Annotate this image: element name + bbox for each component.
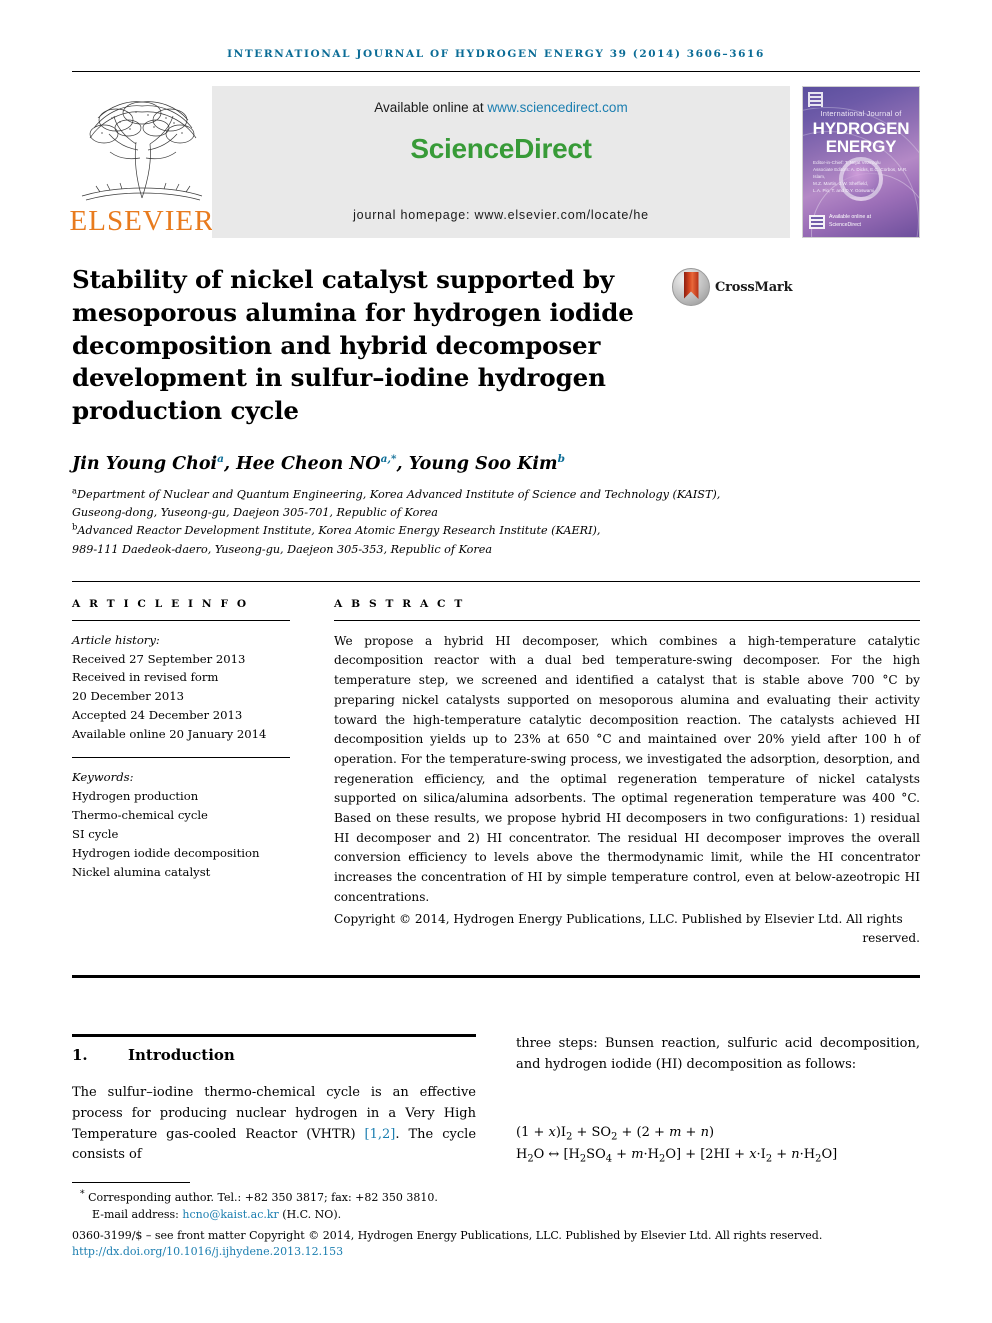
asterisk-mark: * [80, 1188, 85, 1200]
abstract-copyright: Copyright © 2014, Hydrogen Energy Public… [334, 910, 920, 949]
cover-top-line: International Journal of [820, 109, 902, 118]
history-item: Received 27 September 2013 [72, 651, 246, 666]
keywords-rule [72, 757, 290, 759]
copyright-reserved: reserved. [862, 931, 920, 946]
running-head: International Journal of Hydrogen Energy… [227, 48, 765, 60]
email-label: E-mail address: [92, 1208, 183, 1222]
doi-link[interactable]: http://dx.doi.org/10.1016/j.ijhydene.201… [72, 1245, 920, 1258]
history-item: Available online 20 January 2014 [72, 727, 267, 742]
cover-title-line2: ENERGY [825, 137, 897, 156]
author-name: Hee Cheon NO [236, 454, 381, 475]
author-mark: a,* [380, 453, 397, 466]
history-item: Accepted 24 December 2013 [72, 708, 243, 723]
corresponding-text: Corresponding author. Tel.: +82 350 3817… [88, 1191, 438, 1204]
cover-editor-meta: Editor-in-Chief: T. Nejat Veziroglu Asso… [813, 160, 908, 194]
cover-ihs-mark-icon [809, 215, 825, 229]
journal-article-page: International Journal of Hydrogen Energy… [0, 0, 992, 1323]
sciencedirect-banner: ELSEVIER Available online at www.science… [69, 86, 920, 238]
corresponding-line: * Corresponding author. Tel.: +82 350 38… [80, 1189, 920, 1206]
page-footer: * Corresponding author. Tel.: +82 350 38… [72, 1182, 920, 1258]
body-column-left: 1. Introduction The sulfur–iodine thermo… [72, 1033, 476, 1167]
abstract-rule [334, 619, 920, 621]
corresponding-author-note: * Corresponding author. Tel.: +82 350 38… [72, 1189, 920, 1224]
cover-sciencedirect-label: Available online at ScienceDirect [829, 214, 872, 228]
affiliation-line: Advanced Reactor Development Institute, … [77, 524, 601, 538]
article-info-rule [72, 619, 290, 621]
affiliation-line: 989-111 Daedeok-daero, Yuseong-gu, Daeje… [72, 542, 493, 556]
equation-block: (1 + x)I2 + SO2 + (2 + m + n) H2O ↔ [H2S… [516, 1122, 920, 1168]
footnote-rule [72, 1182, 190, 1183]
keyword-item: Thermo-chemical cycle [72, 807, 208, 822]
publisher-logo-block: ELSEVIER [69, 86, 215, 238]
available-online-line: Available online at www.sciencedirect.co… [374, 100, 627, 115]
email-line: E-mail address: hcno@kaist.ac.kr (H.C. N… [80, 1206, 920, 1223]
intro-paragraph-continued: three steps: Bunsen reaction, sulfuric a… [516, 1035, 920, 1072]
title-block: Stability of nickel catalyst supported b… [72, 264, 920, 428]
keywords-block: Keywords: Hydrogen production Thermo-che… [72, 768, 290, 881]
keyword-item: Hydrogen iodide decomposition [72, 845, 260, 860]
author-mark: b [557, 453, 565, 466]
abstract-section-divider [72, 580, 920, 582]
body-columns: 1. Introduction The sulfur–iodine thermo… [72, 1033, 920, 1167]
copyright-text: Copyright © 2014, Hydrogen Energy Public… [334, 911, 903, 926]
article-info-column: A R T I C L E I N F O Article history: R… [72, 598, 290, 949]
history-item: 20 December 2013 [72, 689, 184, 704]
body-column-right: three steps: Bunsen reaction, sulfuric a… [516, 1034, 920, 1167]
affiliation-item: bAdvanced Reactor Development Institute,… [72, 522, 920, 540]
abstract-column: A B S T R A C T We propose a hybrid HI d… [334, 598, 920, 949]
crossmark-label: CrossMark [715, 279, 793, 295]
journal-cover-thumbnail[interactable]: International Journal of HYDROGEN ENERGY… [802, 86, 920, 238]
article-history-block: Article history: Received 27 September 2… [72, 631, 290, 744]
available-online-label: Available online at [374, 100, 488, 115]
cover-footer-block: Available online at ScienceDirect [809, 214, 913, 229]
author-name: Young Soo Kim [408, 454, 558, 475]
section-top-rule [72, 1033, 476, 1037]
abstract-bottom-rule [72, 974, 920, 978]
affiliation-list: aDepartment of Nuclear and Quantum Engin… [72, 486, 920, 559]
elsevier-tree-icon [76, 98, 208, 206]
keyword-item: SI cycle [72, 826, 119, 841]
keyword-item: Nickel alumina catalyst [72, 864, 211, 879]
email-link[interactable]: hcno@kaist.ac.kr [182, 1208, 278, 1221]
journal-homepage-line[interactable]: journal homepage: www.elsevier.com/locat… [212, 208, 790, 222]
email-suffix: (H.C. NO). [278, 1208, 342, 1222]
affiliation-line: Department of Nuclear and Quantum Engine… [77, 488, 721, 502]
author-list: Jin Young Choia, Hee Cheon NOa,*, Young … [72, 453, 565, 475]
equation-line-1: (1 + x)I2 + SO2 + (2 + m + n) [516, 1124, 715, 1143]
history-item: Received in revised form [72, 670, 219, 685]
author-mark: a [217, 453, 224, 466]
sciencedirect-logo[interactable]: ScienceDirect [410, 133, 592, 165]
article-info-heading: A R T I C L E I N F O [72, 597, 249, 610]
intro-paragraph: The sulfur–iodine thermo-chemical cycle … [72, 1083, 476, 1166]
section-title-text: Introduction [128, 1045, 235, 1064]
cover-title-line1: HYDROGEN [812, 119, 910, 138]
header-divider [72, 71, 920, 72]
section-number: 1. [72, 1045, 88, 1064]
page-title: Stability of nickel catalyst supported b… [72, 265, 634, 426]
section-heading: 1. Introduction [72, 1046, 476, 1064]
info-abstract-columns: A R T I C L E I N F O Article history: R… [72, 598, 920, 949]
author-name: Jin Young Choi [72, 454, 218, 475]
front-matter-line: 0360-3199/$ – see front matter Copyright… [72, 1228, 823, 1242]
elsevier-wordmark: ELSEVIER [69, 205, 215, 237]
citation-link[interactable]: [1,2] [365, 1127, 396, 1142]
keyword-item: Hydrogen production [72, 788, 199, 803]
abstract-body: We propose a hybrid HI decomposer, which… [334, 633, 920, 904]
equation-line-2: H2O ↔ [H2SO4 + m·H2O] + [2HI + x·I2 + n·… [516, 1147, 838, 1165]
banner-center: Available online at www.sciencedirect.co… [212, 86, 790, 238]
crossmark-badge-icon [672, 268, 710, 306]
article-history-label: Article history: [72, 632, 160, 647]
affiliation-line: Guseong-dong, Yuseong-gu, Daejeon 305-70… [72, 506, 438, 520]
keywords-label: Keywords: [72, 770, 134, 785]
abstract-heading: A B S T R A C T [334, 597, 465, 610]
cover-elsevier-mark-icon [808, 92, 823, 108]
affiliation-item: aDepartment of Nuclear and Quantum Engin… [72, 486, 920, 504]
sciencedirect-url-link[interactable]: www.sciencedirect.com [487, 100, 627, 115]
crossmark-badge[interactable]: CrossMark [672, 268, 793, 306]
